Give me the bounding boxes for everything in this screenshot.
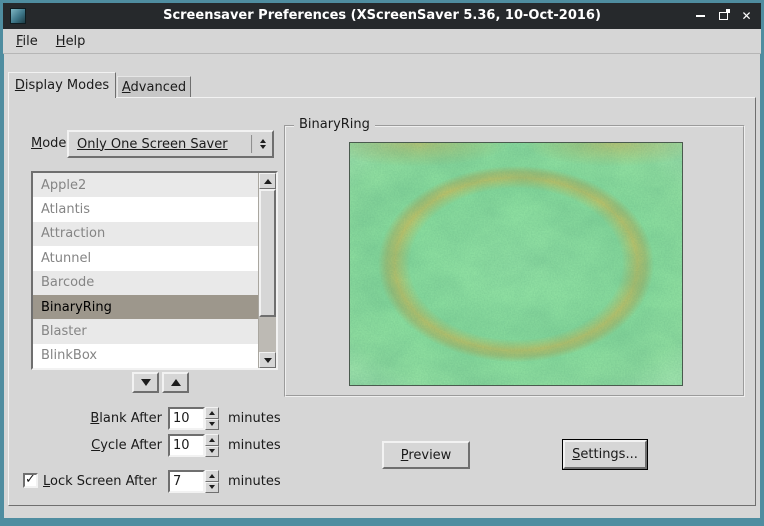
- preview-button-label: Preview: [401, 448, 452, 463]
- preview-frame-label: BinaryRing: [294, 117, 375, 132]
- lock-after-decrement[interactable]: [205, 482, 219, 494]
- preview-image: [349, 142, 683, 386]
- next-saver-button[interactable]: [132, 372, 159, 393]
- list-item[interactable]: Attraction: [33, 222, 258, 246]
- list-item[interactable]: Atlantis: [33, 197, 258, 221]
- lock-after-unit: minutes: [228, 474, 281, 489]
- window-controls: ✕: [692, 3, 755, 29]
- blank-after-input[interactable]: 10: [168, 407, 205, 430]
- minimize-icon: [696, 15, 705, 17]
- arrow-up-icon: [209, 474, 215, 478]
- preview-noise-texture: [350, 143, 683, 386]
- list-item[interactable]: Atunnel: [33, 246, 258, 270]
- display-modes-page: Mode: Only One Screen Saver Apple2Atlant…: [8, 97, 756, 506]
- tab-display-modes[interactable]: Display Modes: [8, 72, 116, 98]
- preview-button[interactable]: Preview: [382, 441, 470, 469]
- mode-label: Mode:: [31, 136, 71, 151]
- list-item[interactable]: BinaryRing: [33, 295, 258, 319]
- restore-button[interactable]: [715, 8, 732, 25]
- saver-listbox: Apple2AtlantisAttractionAtunnelBarcodeBi…: [31, 171, 278, 370]
- tab-advanced-label: Advanced: [122, 77, 186, 98]
- combo-spinner-icon: [256, 139, 270, 149]
- arrow-up-icon: [264, 179, 272, 184]
- arrow-down-icon: [209, 422, 215, 426]
- arrow-down-icon: [209, 449, 215, 453]
- blank-after-label: Blank After: [42, 411, 162, 426]
- titlebar[interactable]: Screensaver Preferences (XScreenSaver 5.…: [3, 3, 761, 29]
- close-icon: ✕: [741, 8, 751, 25]
- window-title: Screensaver Preferences (XScreenSaver 5.…: [3, 3, 761, 29]
- cycle-after-unit: minutes: [228, 438, 281, 453]
- cycle-after-spinbox: 10: [168, 434, 219, 457]
- mode-select-value: Only One Screen Saver: [69, 137, 251, 152]
- settings-button-label: Settings...: [572, 447, 638, 462]
- mode-select[interactable]: Only One Screen Saver: [67, 130, 274, 158]
- lock-after-increment[interactable]: [205, 470, 219, 482]
- minimize-button[interactable]: [692, 8, 709, 25]
- menubar: File Help: [3, 29, 761, 54]
- menu-help[interactable]: Help: [47, 31, 95, 52]
- saver-list-scrollbar[interactable]: [258, 173, 276, 368]
- cycle-after-input[interactable]: 10: [168, 434, 205, 457]
- menu-file[interactable]: File: [7, 31, 47, 52]
- arrow-up-icon: [171, 379, 181, 386]
- tab-advanced[interactable]: Advanced: [117, 76, 191, 98]
- xscreensaver-window: Screensaver Preferences (XScreenSaver 5.…: [0, 0, 764, 526]
- blank-after-unit: minutes: [228, 411, 281, 426]
- blank-after-increment[interactable]: [205, 407, 219, 419]
- list-item[interactable]: Barcode: [33, 271, 258, 295]
- cycle-after-label: Cycle After: [42, 438, 162, 453]
- blank-after-decrement[interactable]: [205, 419, 219, 431]
- tab-display-modes-label: Display Modes: [15, 73, 109, 98]
- lock-screen-label[interactable]: Lock Screen After: [43, 474, 157, 489]
- blank-after-spin-buttons: [205, 407, 219, 430]
- cycle-after-increment[interactable]: [205, 434, 219, 446]
- lock-after-input[interactable]: 7: [168, 470, 205, 493]
- scroll-down-button[interactable]: [259, 352, 276, 368]
- list-item[interactable]: Blaster: [33, 319, 258, 343]
- arrow-up-icon: [209, 438, 215, 442]
- scrollbar-thumb[interactable]: [259, 189, 276, 317]
- list-nav-buttons: [132, 372, 189, 393]
- lock-screen-checkbox[interactable]: ✓: [23, 473, 38, 488]
- app-icon: [10, 8, 26, 24]
- previous-saver-button[interactable]: [162, 372, 189, 393]
- list-item[interactable]: BlinkBox: [33, 344, 258, 368]
- restore-icon: [719, 12, 728, 20]
- arrow-down-icon: [264, 358, 272, 363]
- list-item[interactable]: Apple2: [33, 173, 258, 197]
- lock-after-spin-buttons: [205, 470, 219, 493]
- checkmark-icon: ✓: [25, 474, 36, 485]
- arrow-down-icon: [141, 379, 151, 386]
- combo-separator: [251, 135, 253, 153]
- saver-list: Apple2AtlantisAttractionAtunnelBarcodeBi…: [33, 173, 258, 368]
- arrow-down-icon: [209, 485, 215, 489]
- blank-after-spinbox: 10: [168, 407, 219, 430]
- cycle-after-spin-buttons: [205, 434, 219, 457]
- cycle-after-decrement[interactable]: [205, 446, 219, 458]
- lock-after-spinbox: 7: [168, 470, 219, 493]
- scroll-up-button[interactable]: [259, 173, 276, 189]
- arrow-up-icon: [209, 411, 215, 415]
- settings-button[interactable]: Settings...: [563, 440, 647, 469]
- close-button[interactable]: ✕: [738, 8, 755, 25]
- preview-frame: BinaryRing: [284, 125, 745, 397]
